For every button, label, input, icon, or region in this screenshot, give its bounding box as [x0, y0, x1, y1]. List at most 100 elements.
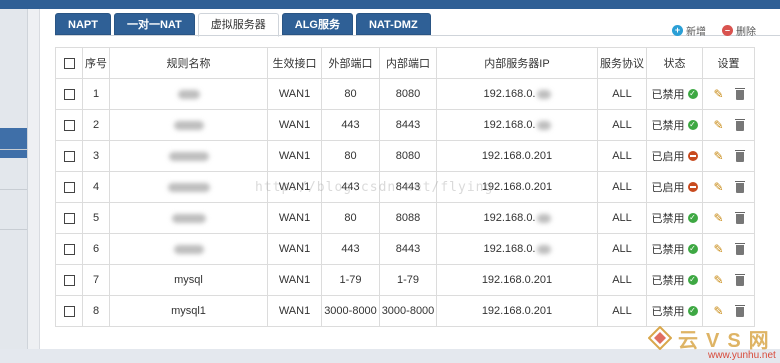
row-int-port: 8443 [379, 109, 437, 141]
edit-icon[interactable]: ✎ [713, 149, 723, 163]
row-status: 已禁用 [651, 244, 685, 256]
row-server-ip-cell: 192.168.0. [436, 78, 598, 110]
watermark: http://blog.csdn.net/flying [255, 180, 494, 195]
redacted-ip-part [536, 213, 551, 223]
row-status: 已禁用 [651, 213, 685, 225]
redacted-ip-part [536, 244, 551, 254]
row-select-cell [55, 202, 83, 234]
row-settings-cell: ✎ [702, 109, 755, 141]
row-int-port: 8080 [379, 140, 437, 172]
redacted-ip-part [536, 120, 551, 130]
row-checkbox[interactable] [63, 150, 75, 162]
row-server-ip: 192.168.0. [483, 88, 536, 100]
disabled-check-icon[interactable]: ✓ [687, 275, 698, 285]
trash-icon[interactable] [734, 181, 745, 194]
enabled-stop-icon[interactable] [687, 151, 698, 161]
row-server-ip: 192.168.0.201 [481, 150, 553, 162]
row-interface: WAN1 [267, 295, 322, 327]
tab-1[interactable]: 一对一NAT [113, 13, 195, 35]
trash-icon[interactable] [734, 119, 745, 132]
delete-action[interactable]: – 删除 [722, 23, 756, 38]
row-settings-cell: ✎ [702, 295, 755, 327]
row-checkbox[interactable] [63, 88, 75, 100]
rule-name: mysql [174, 274, 203, 286]
edit-icon[interactable]: ✎ [713, 87, 723, 101]
edit-icon[interactable]: ✎ [713, 242, 723, 256]
top-bar [0, 0, 780, 9]
row-name-cell [109, 171, 268, 203]
enabled-stop-icon[interactable] [687, 182, 698, 192]
row-checkbox[interactable] [63, 274, 75, 286]
col-header-ext-port: 外部端口 [321, 47, 380, 79]
row-checkbox[interactable] [63, 181, 75, 193]
row-ext-port: 80 [321, 78, 380, 110]
logo-mark-icon [648, 326, 672, 350]
disabled-check-icon[interactable]: ✓ [687, 89, 698, 99]
row-status-cell: 已禁用 ✓ [646, 233, 703, 265]
edit-icon[interactable]: ✎ [713, 273, 723, 287]
row-checkbox[interactable] [63, 305, 75, 317]
table-row: 2 WAN1 443 8443 192.168.0. ALL 已禁用 ✓ ✎ [55, 109, 755, 141]
disabled-check-icon[interactable]: ✓ [687, 213, 698, 223]
sidebar-selected-item[interactable] [0, 128, 27, 158]
delete-icon: – [722, 24, 733, 36]
row-checkbox[interactable] [63, 119, 75, 131]
row-status-cell: 已禁用 ✓ [646, 78, 703, 110]
trash-icon[interactable] [734, 305, 745, 318]
select-all-cell [55, 47, 83, 79]
table-row: 7 mysql WAN1 1-79 1-79 192.168.0.201 ALL… [55, 264, 755, 296]
col-header-int-port: 内部端口 [379, 47, 437, 79]
select-all-checkbox[interactable] [63, 57, 75, 69]
row-name-cell [109, 109, 268, 141]
row-no: 8 [82, 295, 110, 327]
row-checkbox[interactable] [63, 243, 75, 255]
edit-icon[interactable]: ✎ [713, 211, 723, 225]
col-header-name: 规则名称 [109, 47, 268, 79]
row-server-ip-cell: 192.168.0. [436, 202, 598, 234]
tab-2[interactable]: 虚拟服务器 [197, 13, 279, 37]
col-header-status: 状态 [646, 47, 703, 79]
row-interface: WAN1 [267, 140, 322, 172]
row-protocol: ALL [597, 109, 647, 141]
disabled-check-icon[interactable]: ✓ [687, 306, 698, 316]
row-select-cell [55, 140, 83, 172]
tab-0[interactable]: NAPT [55, 13, 111, 35]
disabled-check-icon[interactable]: ✓ [687, 244, 698, 254]
redacted-rule-name [173, 120, 204, 130]
left-sidebar [0, 9, 28, 363]
redacted-ip-part [536, 89, 551, 99]
redacted-rule-name [177, 89, 200, 99]
row-server-ip: 192.168.0.201 [481, 274, 553, 286]
row-status: 已禁用 [651, 120, 685, 132]
rule-name: mysql1 [171, 305, 206, 317]
trash-icon[interactable] [734, 150, 745, 163]
table-row: 3 WAN1 80 8080 192.168.0.201 ALL 已启用 ✎ [55, 140, 755, 172]
trash-icon[interactable] [734, 274, 745, 287]
row-no: 3 [82, 140, 110, 172]
trash-icon[interactable] [734, 88, 745, 101]
row-no: 6 [82, 233, 110, 265]
row-status: 已启用 [651, 151, 685, 163]
row-settings-cell: ✎ [702, 78, 755, 110]
tab-4[interactable]: NAT-DMZ [355, 13, 431, 35]
row-server-ip-cell: 192.168.0. [436, 233, 598, 265]
row-settings-cell: ✎ [702, 264, 755, 296]
row-int-port: 8443 [379, 233, 437, 265]
row-name-cell [109, 78, 268, 110]
edit-icon[interactable]: ✎ [713, 304, 723, 318]
row-interface: WAN1 [267, 78, 322, 110]
disabled-check-icon[interactable]: ✓ [687, 120, 698, 130]
trash-icon[interactable] [734, 243, 745, 256]
row-no: 5 [82, 202, 110, 234]
tab-3[interactable]: ALG服务 [281, 13, 353, 35]
row-server-ip-cell: 192.168.0.201 [436, 295, 598, 327]
row-server-ip: 192.168.0. [483, 243, 536, 255]
edit-icon[interactable]: ✎ [713, 180, 723, 194]
redacted-rule-name [173, 244, 204, 254]
row-int-port: 3000-8000 [379, 295, 437, 327]
row-checkbox[interactable] [63, 212, 75, 224]
row-ext-port: 443 [321, 233, 380, 265]
trash-icon[interactable] [734, 212, 745, 225]
add-action[interactable]: + 新增 [672, 23, 706, 38]
edit-icon[interactable]: ✎ [713, 118, 723, 132]
